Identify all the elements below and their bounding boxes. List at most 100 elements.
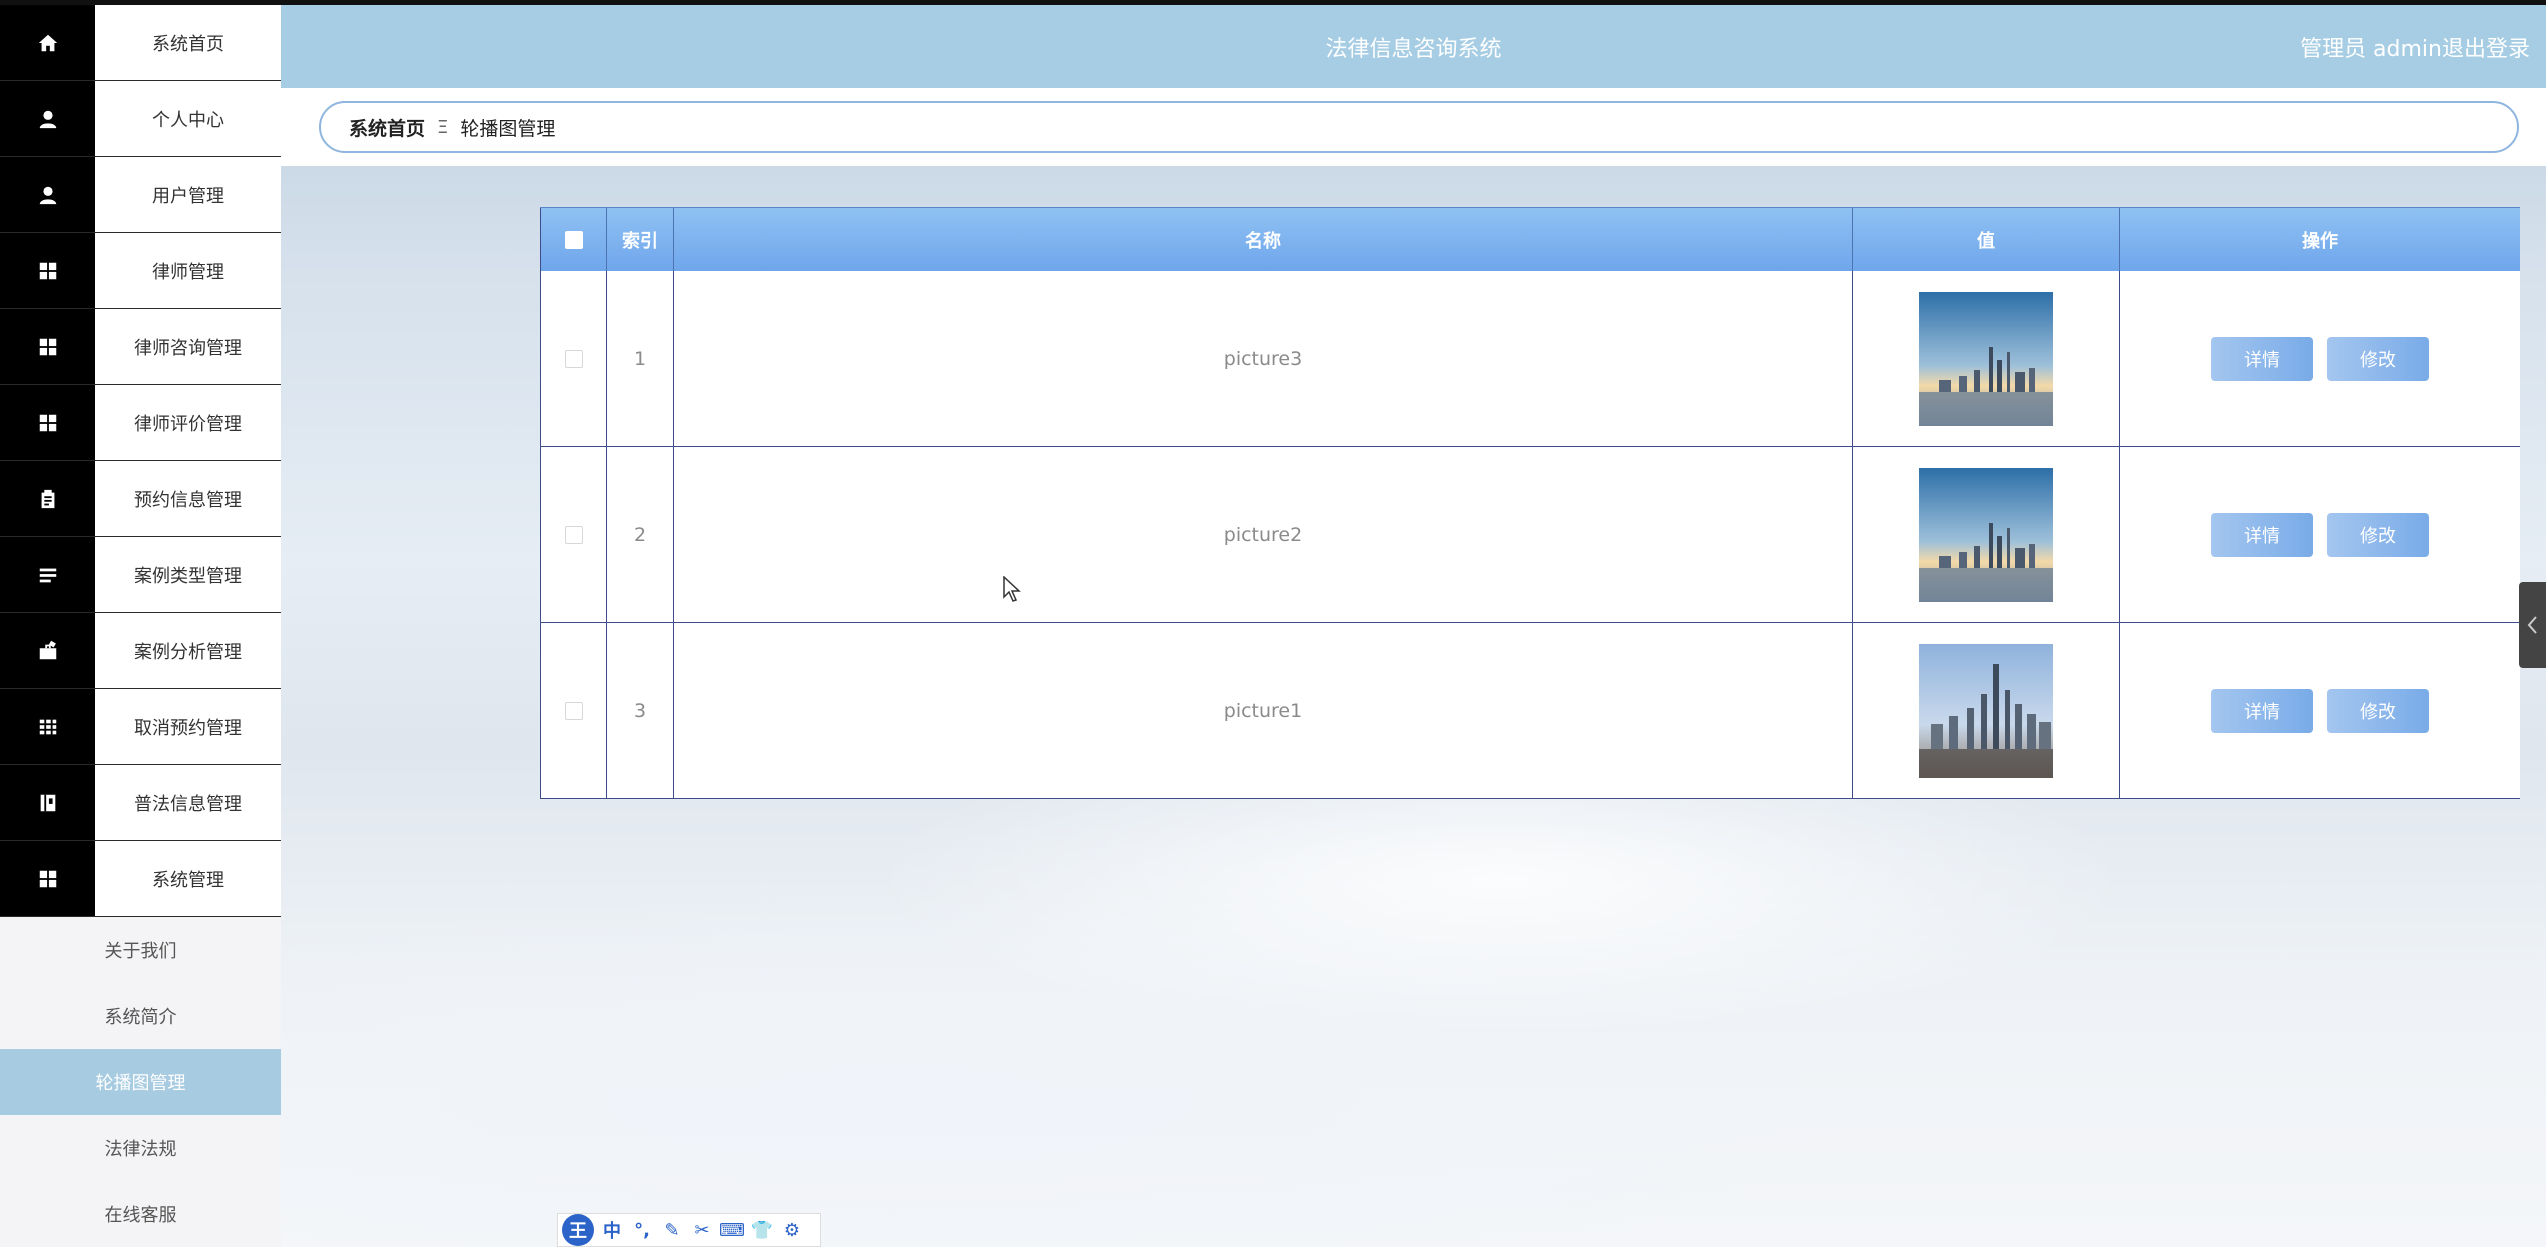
table-row: 2 picture2 详情 修改 (540, 447, 2520, 623)
grid-icon (0, 309, 95, 384)
row-value-cell (1853, 447, 2120, 622)
sidebar-item-lawyer-management[interactable]: 律师管理 (0, 233, 281, 309)
gear-icon[interactable]: ⚙ (780, 1218, 804, 1242)
select-all-checkbox[interactable] (564, 230, 583, 249)
sidebar-item-label: 案例类型管理 (95, 537, 281, 612)
sidebar-item-cancel-reservation[interactable]: 取消预约管理 (0, 689, 281, 765)
row-checkbox[interactable] (564, 349, 583, 368)
row-checkbox[interactable] (564, 525, 583, 544)
sidebar-item-label: 系统首页 (95, 5, 281, 80)
sidebar-item-case-type[interactable]: 案例类型管理 (0, 537, 281, 613)
row-index: 1 (607, 271, 674, 446)
row-name: picture1 (674, 623, 1853, 798)
table-header: 索引 名称 值 操作 (540, 207, 2520, 271)
edit-button[interactable]: 修改 (2327, 336, 2429, 381)
list-icon (0, 537, 95, 612)
chevron-left-icon (2527, 616, 2537, 634)
home-icon (0, 5, 95, 80)
top-header: 法律信息咨询系统 管理员 admin 退出登录 (281, 5, 2546, 88)
system-submenu: 关于我们 系统简介 轮播图管理 法律法规 在线客服 (0, 917, 281, 1247)
sidebar-item-user-management[interactable]: 用户管理 (0, 157, 281, 233)
row-ops: 详情 修改 (2120, 447, 2520, 622)
mouse-cursor-icon (1003, 576, 1021, 602)
skin-icon[interactable]: 👕 (750, 1218, 774, 1242)
keyboard-icon[interactable]: ⌨ (719, 1218, 745, 1242)
sidebar-item-label: 取消预约管理 (95, 689, 281, 764)
logout-link[interactable]: 退出登录 (2442, 31, 2530, 63)
breadcrumb-bar: 系统首页 Ξ 轮播图管理 (281, 88, 2546, 166)
detail-button[interactable]: 详情 (2211, 512, 2313, 557)
row-checkbox-cell (540, 271, 607, 446)
table-row: 3 picture1 详情 修改 (540, 623, 2520, 799)
pen-icon[interactable]: ✎ (660, 1218, 684, 1242)
detail-button[interactable]: 详情 (2211, 336, 2313, 381)
grid-icon (0, 841, 95, 916)
sidebar-item-label: 律师评价管理 (95, 385, 281, 460)
calendar-icon (0, 689, 95, 764)
sidebar-item-label: 个人中心 (95, 81, 281, 156)
row-ops: 详情 修改 (2120, 623, 2520, 798)
header-select-all (540, 208, 607, 271)
carousel-thumbnail (1919, 643, 2053, 778)
edit-button[interactable]: 修改 (2327, 512, 2429, 557)
sidebar-item-law-info[interactable]: 普法信息管理 (0, 765, 281, 841)
carousel-thumbnail (1919, 291, 2053, 426)
sidebar-item-lawyer-review[interactable]: 律师评价管理 (0, 385, 281, 461)
submenu-item-about[interactable]: 关于我们 (0, 917, 281, 983)
sidebar-item-case-analysis[interactable]: 案例分析管理 (0, 613, 281, 689)
edit-button[interactable]: 修改 (2327, 688, 2429, 733)
row-ops: 详情 修改 (2120, 271, 2520, 446)
header-value: 值 (1853, 208, 2120, 271)
ime-logo[interactable]: 王 (562, 1214, 594, 1246)
breadcrumb-current: 轮播图管理 (460, 117, 556, 140)
table-row: 1 picture3 详情 修改 (540, 271, 2520, 447)
scissors-icon[interactable]: ✂ (690, 1218, 714, 1242)
sidebar: 系统首页 个人中心 用户管理 律师管理 律师咨询管理 律师评价管理 预约信息管理… (0, 5, 281, 1247)
header-ops: 操作 (2302, 230, 2338, 252)
punctuation-icon[interactable]: °, (630, 1218, 654, 1242)
breadcrumb-home[interactable]: 系统首页 (349, 114, 425, 141)
grid-icon (0, 233, 95, 308)
breadcrumb: 系统首页 Ξ 轮播图管理 (319, 101, 2519, 153)
row-checkbox-cell (540, 447, 607, 622)
submenu-item-online-service[interactable]: 在线客服 (0, 1181, 281, 1247)
header-index: 索引 (607, 208, 674, 271)
sidebar-item-reservation[interactable]: 预约信息管理 (0, 461, 281, 537)
detail-button[interactable]: 详情 (2211, 688, 2313, 733)
book-icon (0, 765, 95, 840)
sidebar-item-label: 系统管理 (95, 841, 281, 916)
sidebar-item-label: 预约信息管理 (95, 461, 281, 536)
carousel-table: 索引 名称 值 操作 1 picture3 详情 修改 2 picture2 详… (540, 207, 2520, 799)
briefcase-icon (0, 613, 95, 688)
header-name: 名称 (674, 208, 1853, 271)
sidebar-item-home[interactable]: 系统首页 (0, 5, 281, 81)
sidebar-item-label: 律师咨询管理 (95, 309, 281, 384)
row-checkbox[interactable] (564, 701, 583, 720)
row-index: 2 (607, 447, 674, 622)
submenu-item-carousel[interactable]: 轮播图管理 (0, 1049, 281, 1115)
row-value-cell (1853, 623, 2120, 798)
sidebar-item-label: 律师管理 (95, 233, 281, 308)
sidebar-item-label: 用户管理 (95, 157, 281, 232)
clipboard-icon (0, 461, 95, 536)
ime-toolbar: 王 中 °, ✎ ✂ ⌨ 👕 ⚙ (557, 1213, 821, 1247)
row-index: 3 (607, 623, 674, 798)
ime-mode-toggle[interactable]: 中 (600, 1218, 624, 1242)
carousel-thumbnail (1919, 467, 2053, 602)
row-name: picture2 (674, 447, 1853, 622)
sidebar-item-lawyer-consult[interactable]: 律师咨询管理 (0, 309, 281, 385)
user-icon (0, 157, 95, 232)
user-icon (0, 81, 95, 156)
row-value-cell (1853, 271, 2120, 446)
submenu-item-intro[interactable]: 系统简介 (0, 983, 281, 1049)
sidebar-item-label: 案例分析管理 (95, 613, 281, 688)
app-title: 法律信息咨询系统 (1325, 37, 1502, 62)
submenu-item-laws[interactable]: 法律法规 (0, 1115, 281, 1181)
grid-icon (0, 385, 95, 460)
row-checkbox-cell (540, 623, 607, 798)
sidebar-item-system-management[interactable]: 系统管理 (0, 841, 281, 917)
current-user: 管理员 admin (2300, 37, 2442, 62)
collapse-panel-tab[interactable] (2519, 582, 2546, 668)
sidebar-item-label: 普法信息管理 (95, 765, 281, 840)
sidebar-item-personal-center[interactable]: 个人中心 (0, 81, 281, 157)
